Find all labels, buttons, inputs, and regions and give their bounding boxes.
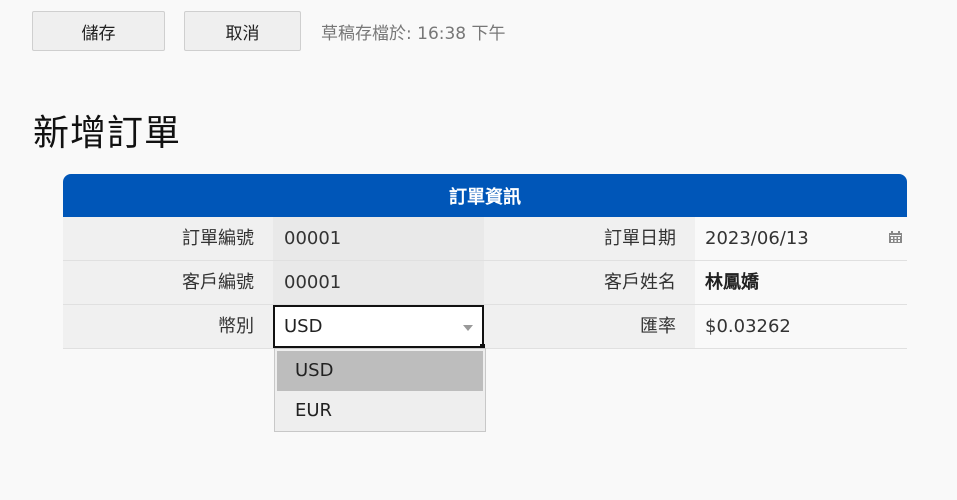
calendar-icon[interactable] [889,231,902,243]
customer-name-label: 客戶姓名 [484,261,695,304]
form-row-order-number: 訂單編號 00001 訂單日期 2023/06/13 [63,217,907,261]
save-button[interactable]: 儲存 [32,11,165,51]
order-date-field[interactable]: 2023/06/13 [695,217,907,260]
toolbar: 儲存 取消 草稿存檔於: 16:38 下午 [32,11,506,51]
customer-number-label: 客戶編號 [63,261,273,304]
dropdown-option-eur[interactable]: EUR [277,391,483,431]
order-info-header: 訂單資訊 [63,174,907,217]
form-row-currency: 幣別 USD 匯率 $0.03262 [63,305,907,349]
order-number-label: 訂單編號 [63,217,273,260]
customer-number-value: 00001 [273,261,484,304]
order-date-label: 訂單日期 [484,217,695,260]
page-title: 新增訂單 [33,113,182,154]
order-number-value: 00001 [273,217,484,260]
caret-down-icon [463,325,473,331]
customer-name-value: 林鳳嬌 [695,261,907,304]
currency-label: 幣別 [63,305,273,348]
currency-dropdown-list: USD EUR [274,348,486,432]
exchange-rate-label: 匯率 [484,305,695,348]
currency-selected-value: USD [284,316,323,337]
cancel-button[interactable]: 取消 [184,11,301,51]
form-row-customer: 客戶編號 00001 客戶姓名 林鳳嬌 [63,261,907,305]
draft-saved-status: 草稿存檔於: 16:38 下午 [321,23,506,44]
order-info-form: 訂單資訊 訂單編號 00001 訂單日期 2023/06/13 客戶編號 000… [63,174,907,349]
order-date-value: 2023/06/13 [705,228,809,249]
currency-select[interactable]: USD [273,305,485,349]
exchange-rate-value: $0.03262 [695,305,907,348]
dropdown-option-usd[interactable]: USD [277,351,483,391]
